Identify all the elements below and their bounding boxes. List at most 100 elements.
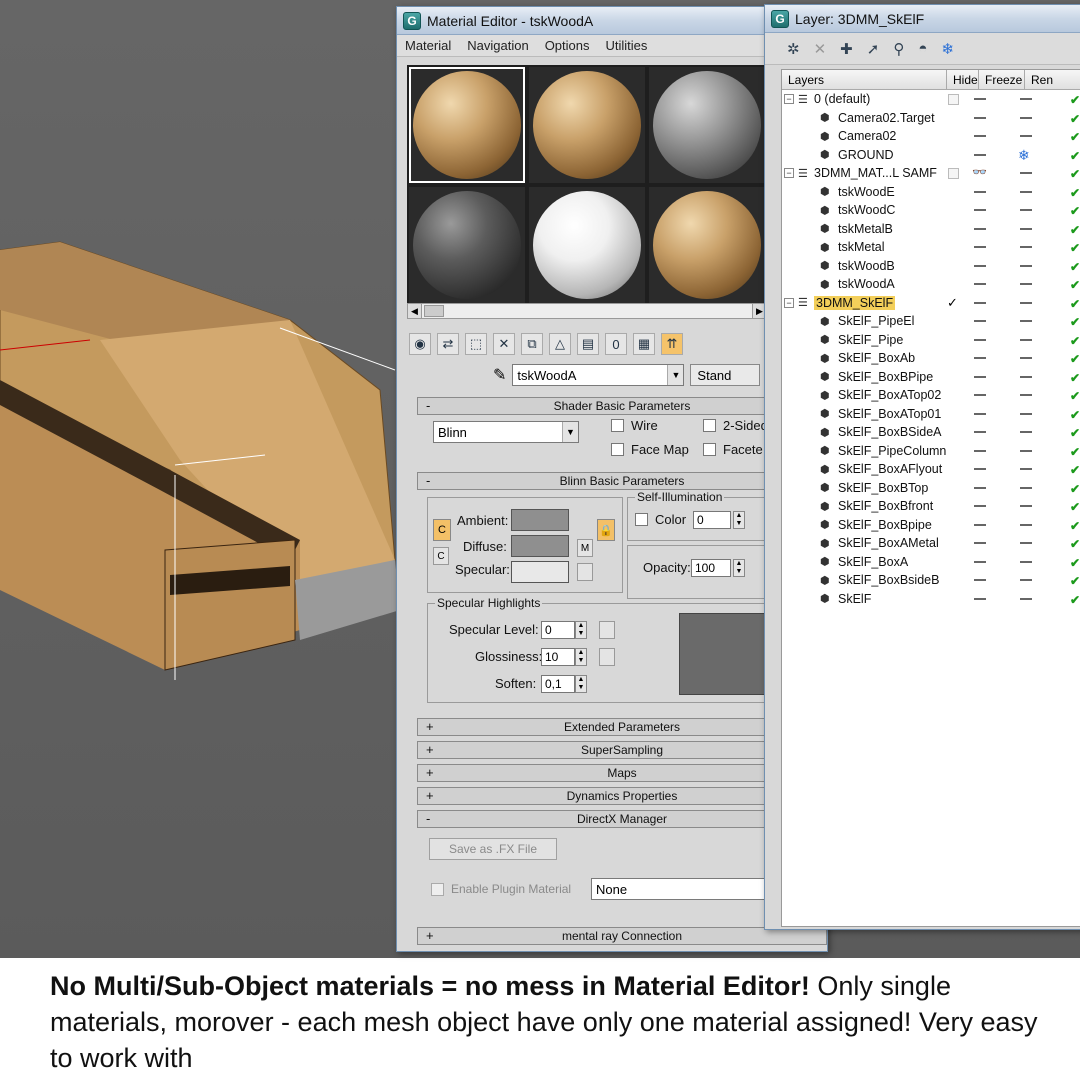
collapse-icon[interactable]: −: [784, 94, 794, 105]
freeze-toggle[interactable]: [1020, 449, 1032, 452]
shader-type-select[interactable]: Blinn ▼: [433, 421, 579, 443]
object-row[interactable]: ⬢ Camera02 ✔: [782, 127, 1080, 146]
lock-icon[interactable]: 🔒: [597, 519, 615, 541]
object-row[interactable]: ⬢ SkElF_BoxATop02 ✔: [782, 386, 1080, 405]
highlight-layer-icon[interactable]: ⚲: [893, 40, 904, 58]
hide-toggle[interactable]: [974, 486, 986, 489]
hide-toggle[interactable]: [974, 264, 986, 267]
scroll-thumb[interactable]: [424, 305, 444, 317]
go-to-parent-icon[interactable]: ⇈: [661, 333, 683, 355]
hide-toggle[interactable]: [974, 431, 986, 433]
object-row[interactable]: ⬢ SkElF_BoxAb ✔: [782, 349, 1080, 368]
object-row[interactable]: ⬢ GROUND ❄ ✔: [782, 146, 1080, 165]
hide-toggle[interactable]: [974, 135, 986, 137]
sample-slot[interactable]: [409, 187, 525, 303]
hide-all-icon[interactable]: ◓: [918, 40, 927, 57]
diffuse-swatch[interactable]: [511, 535, 569, 557]
sample-slots-scrollbar[interactable]: ◀ ▶: [407, 303, 767, 319]
layer-manager-titlebar[interactable]: G Layer: 3DMM_SkElF: [765, 5, 1080, 33]
freeze-toggle[interactable]: [1020, 190, 1032, 193]
assign-material-icon[interactable]: ⬚: [465, 333, 487, 355]
hide-toggle[interactable]: [974, 116, 986, 119]
faceted-checkbox[interactable]: [703, 443, 716, 456]
freeze-toggle[interactable]: [1020, 560, 1032, 563]
render-icon[interactable]: ✔: [1070, 260, 1080, 274]
render-icon[interactable]: ✔: [1070, 371, 1080, 385]
object-name[interactable]: SkElF_BoxBTop: [838, 481, 928, 495]
hide-toggle[interactable]: [974, 597, 986, 600]
current-layer-check-icon[interactable]: ✓: [947, 295, 958, 311]
object-row[interactable]: ⬢ SkElF_BoxATop01 ✔: [782, 405, 1080, 424]
object-row[interactable]: ⬢ SkElF_BoxBpipe ✔: [782, 516, 1080, 535]
object-row[interactable]: ⬢ SkElF_BoxAMetal ✔: [782, 534, 1080, 553]
column-layers[interactable]: Layers: [782, 70, 947, 89]
render-icon[interactable]: ✔: [1070, 519, 1080, 533]
hide-toggle[interactable]: [974, 394, 986, 396]
self-illum-color-checkbox[interactable]: [635, 513, 648, 526]
column-hide[interactable]: Hide: [947, 70, 979, 89]
object-row[interactable]: ⬢ SkElF_BoxBsideB ✔: [782, 571, 1080, 590]
freeze-toggle[interactable]: [1020, 486, 1032, 489]
hide-toggle[interactable]: [974, 357, 986, 359]
ambient-swatch[interactable]: [511, 509, 569, 531]
hide-toggle[interactable]: [974, 338, 986, 341]
freeze-toggle[interactable]: [1020, 579, 1032, 581]
hide-toggle[interactable]: [974, 283, 986, 285]
object-row[interactable]: ⬢ tskWoodA ✔: [782, 275, 1080, 294]
object-row[interactable]: ⬢ tskMetal ✔: [782, 238, 1080, 257]
hide-toggle[interactable]: [974, 190, 986, 193]
material-id-icon[interactable]: 0: [605, 333, 627, 355]
material-name-field[interactable]: tskWoodA ▼: [512, 364, 685, 386]
wood-model[interactable]: [0, 230, 400, 930]
menu-navigation[interactable]: Navigation: [459, 38, 536, 53]
object-name[interactable]: SkElF_BoxBpipe: [838, 518, 932, 532]
current-layer-box[interactable]: [948, 168, 959, 179]
menu-material[interactable]: Material: [397, 38, 459, 53]
object-name[interactable]: SkElF_BoxBPipe: [838, 370, 933, 384]
render-icon[interactable]: ✔: [1070, 93, 1080, 107]
object-name[interactable]: Camera02: [838, 129, 896, 143]
object-name[interactable]: tskWoodE: [838, 185, 895, 199]
freeze-toggle[interactable]: [1020, 375, 1032, 378]
object-name[interactable]: tskWoodC: [838, 203, 895, 217]
freeze-toggle[interactable]: [1020, 431, 1032, 433]
hide-toggle[interactable]: [974, 579, 986, 581]
object-row[interactable]: ⬢ SkElF_BoxBSideA ✔: [782, 423, 1080, 442]
hide-toggle[interactable]: [974, 505, 986, 507]
object-name[interactable]: tskWoodB: [838, 259, 895, 273]
object-name[interactable]: tskMetal: [838, 240, 885, 254]
object-name[interactable]: SkElF_PipeEl: [838, 314, 914, 328]
render-icon[interactable]: ✔: [1070, 352, 1080, 366]
freeze-toggle[interactable]: [1020, 301, 1032, 304]
hidden-icon[interactable]: 👓: [972, 165, 987, 179]
render-icon[interactable]: ✔: [1070, 167, 1080, 181]
hide-toggle[interactable]: [974, 98, 986, 100]
spinner-arrows-icon[interactable]: ▲ ▼: [575, 648, 587, 666]
object-name[interactable]: SkElF_Pipe: [838, 333, 903, 347]
object-name[interactable]: SkElF_BoxA: [838, 555, 908, 569]
freeze-toggle[interactable]: [1020, 172, 1032, 174]
freeze-all-icon[interactable]: ❄: [941, 40, 954, 58]
object-row[interactable]: ⬢ SkElF_BoxA ✔: [782, 553, 1080, 572]
freeze-toggle[interactable]: [1020, 209, 1032, 211]
render-icon[interactable]: ✔: [1070, 204, 1080, 218]
layer-name[interactable]: 3DMM_SkElF: [814, 295, 896, 310]
material-type-button[interactable]: Stand: [690, 364, 761, 386]
render-icon[interactable]: ✔: [1070, 445, 1080, 459]
freeze-toggle[interactable]: [1020, 542, 1032, 544]
freeze-toggle[interactable]: [1020, 394, 1032, 396]
freeze-toggle[interactable]: [1020, 357, 1032, 359]
add-to-layer-icon[interactable]: ✚: [840, 40, 853, 58]
object-name[interactable]: SkElF_PipeColumn: [838, 444, 946, 458]
object-row[interactable]: ⬢ SkElF_BoxAFlyout ✔: [782, 460, 1080, 479]
hide-toggle[interactable]: [974, 523, 986, 526]
object-row[interactable]: ⬢ SkElF_PipeColumn ✔: [782, 442, 1080, 461]
freeze-toggle[interactable]: [1020, 246, 1032, 248]
spinner-arrows-icon[interactable]: ▲ ▼: [575, 621, 587, 639]
enable-plugin-checkbox[interactable]: [431, 883, 444, 896]
hide-toggle[interactable]: [974, 412, 986, 415]
two-sided-checkbox[interactable]: [703, 419, 716, 432]
object-row[interactable]: ⬢ Camera02.Target ✔: [782, 109, 1080, 128]
freeze-toggle[interactable]: [1020, 468, 1032, 470]
specular-level-map-button[interactable]: [599, 621, 615, 639]
